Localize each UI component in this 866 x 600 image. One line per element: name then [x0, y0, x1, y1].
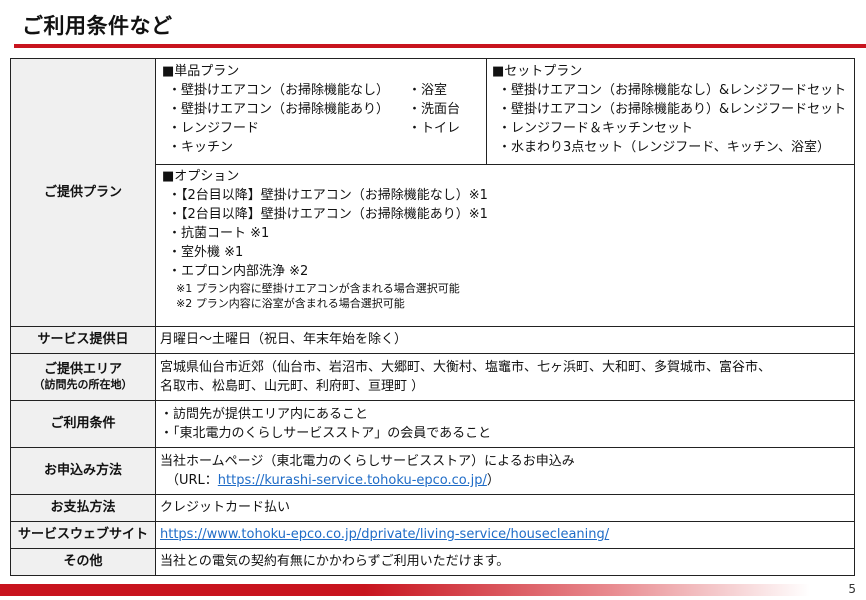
list-item: ・壁掛けエアコン（お掃除機能なし）&レンジフードセット [498, 83, 847, 98]
area-line: 宮城県仙台市近郊（仙台市、岩沼市、大郷町、大衡村、塩竈市、七ヶ浜町、大和町、多賀… [160, 360, 772, 375]
list-item: ・壁掛けエアコン（お掃除機能なし） [168, 83, 390, 98]
other-value: 当社との電気の契約有無にかかわらずご利用いただけます。 [155, 548, 855, 576]
title-rule [14, 44, 866, 48]
label-apply: お申込み方法 [10, 447, 156, 495]
list-item: ・【2台目以降】壁掛けエアコン（お掃除機能なし）※1 [168, 188, 488, 203]
options-heading: ■オプション [162, 169, 240, 184]
conditions-value: ・訪問先が提供エリア内にあること ・「東北電力のくらしサービスストア」の会員であ… [155, 400, 855, 448]
label-conditions: ご利用条件 [10, 400, 156, 448]
list-item: ・浴室 [408, 83, 448, 98]
plan-top: ■単品プラン ・壁掛けエアコン（お掃除機能なし） ・壁掛けエアコン（お掃除機能あ… [156, 59, 854, 165]
housecleaning-link[interactable]: https://www.tohoku-epco.co.jp/dprivate/l… [160, 527, 609, 542]
list-item: ・室外機 ※1 [168, 245, 244, 260]
list-item: ・トイレ [408, 121, 461, 136]
list-item: ・キッチン [168, 140, 234, 155]
list-item: ・訪問先が提供エリア内にあること [160, 407, 369, 422]
row-conditions: ご利用条件 ・訪問先が提供エリア内にあること ・「東北電力のくらしサービスストア… [10, 400, 855, 448]
list-item: ・壁掛けエアコン（お掃除機能あり） [168, 102, 390, 117]
apply-line: 当社ホームページ（東北電力のくらしサービスストア）によるお申込み [160, 454, 575, 469]
area-line: 名取市、松島町、山元町、利府町、亘理町 ） [160, 379, 425, 394]
area-value: 宮城県仙台市近郊（仙台市、岩沼市、大郷町、大衡村、塩竈市、七ヶ浜町、大和町、多賀… [155, 353, 855, 401]
label-service-days: サービス提供日 [10, 326, 156, 354]
row-plans: ご提供プラン ■単品プラン ・壁掛けエアコン（お掃除機能なし） ・壁掛けエアコン… [10, 58, 855, 327]
option-note: ※2 プラン内容に浴室が含まれる場合選択可能 [176, 297, 405, 310]
area-label: ご提供エリア [43, 362, 122, 377]
website-value: https://www.tohoku-epco.co.jp/dprivate/l… [155, 521, 855, 549]
list-item: ・エプロン内部洗浄 ※2 [168, 264, 309, 279]
set-plan-heading: ■セットプラン [492, 64, 583, 79]
label-area: ご提供エリア （訪問先の所在地） [10, 353, 156, 401]
page-title: ご利用条件など [22, 14, 173, 38]
label-payment: お支払方法 [10, 494, 156, 522]
list-item: ・【2台目以降】壁掛けエアコン（お掃除機能あり）※1 [168, 207, 488, 222]
apply-value: 当社ホームページ（東北電力のくらしサービスストア）によるお申込み （URL：ht… [155, 447, 855, 495]
single-plan-block: ■単品プラン ・壁掛けエアコン（お掃除機能なし） ・壁掛けエアコン（お掃除機能あ… [157, 59, 487, 164]
payment-value: クレジットカード払い [155, 494, 855, 522]
service-days-value: 月曜日～土曜日（祝日、年末年始を除く） [155, 326, 855, 354]
row-payment: お支払方法 クレジットカード払い [10, 494, 855, 522]
option-note: ※1 プラン内容に壁掛けエアコンが含まれる場合選択可能 [176, 282, 460, 295]
single-plan-heading: ■単品プラン [162, 64, 240, 79]
row-website: サービスウェブサイト https://www.tohoku-epco.co.jp… [10, 521, 855, 549]
set-plan-block: ■セットプラン ・壁掛けエアコン（お掃除機能なし）&レンジフードセット ・壁掛け… [487, 60, 854, 165]
footer-bar [0, 584, 810, 596]
list-item: ・レンジフード＆キッチンセット [498, 121, 694, 136]
list-item: ・「東北電力のくらしサービスストア」の会員であること [160, 426, 492, 441]
label-website: サービスウェブサイト [10, 521, 156, 549]
row-area: ご提供エリア （訪問先の所在地） 宮城県仙台市近郊（仙台市、岩沼市、大郷町、大衡… [10, 353, 855, 401]
row-apply: お申込み方法 当社ホームページ（東北電力のくらしサービスストア）によるお申込み … [10, 447, 855, 495]
area-sublabel: （訪問先の所在地） [33, 378, 133, 391]
page-number: 5 [848, 582, 856, 596]
list-item: ・抗菌コート ※1 [168, 226, 270, 241]
plans-cell: ■単品プラン ・壁掛けエアコン（お掃除機能なし） ・壁掛けエアコン（お掃除機能あ… [155, 58, 855, 327]
title-bar: ご利用条件など [0, 0, 866, 52]
list-item: ・洗面台 [408, 102, 461, 117]
terms-table: ご提供プラン ■単品プラン ・壁掛けエアコン（お掃除機能なし） ・壁掛けエアコン… [10, 58, 855, 576]
options-block: ■オプション ・【2台目以降】壁掛けエアコン（お掃除機能なし）※1 ・【2台目以… [157, 165, 854, 314]
list-item: ・レンジフード [168, 121, 260, 136]
row-other: その他 当社との電気の契約有無にかかわらずご利用いただけます。 [10, 548, 855, 576]
label-other: その他 [10, 548, 156, 576]
kurashi-service-link[interactable]: https://kurashi-service.tohoku-epco.co.j… [218, 473, 487, 488]
row-service-days: サービス提供日 月曜日～土曜日（祝日、年末年始を除く） [10, 326, 855, 354]
list-item: ・水まわり3点セット（レンジフード、キッチン、浴室） [498, 140, 830, 155]
list-item: ・壁掛けエアコン（お掃除機能あり）&レンジフードセット [498, 102, 847, 117]
apply-url-line: （URL：https://kurashi-service.tohoku-epco… [166, 473, 500, 488]
label-plans: ご提供プラン [10, 58, 156, 327]
